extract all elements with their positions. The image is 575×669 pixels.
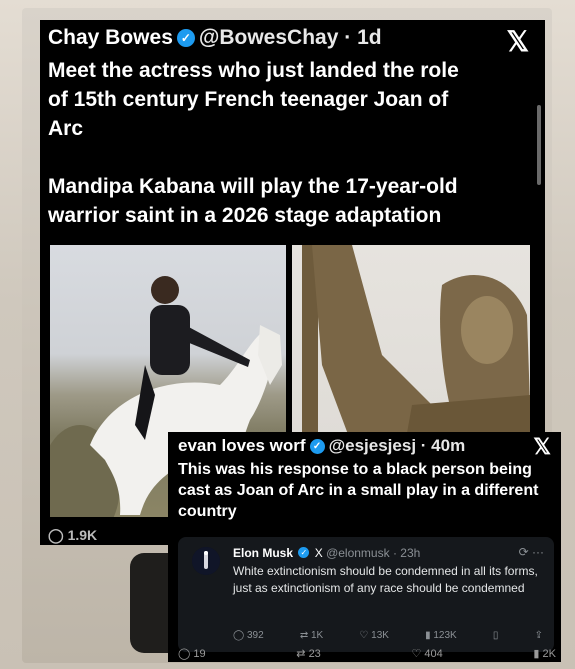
like-count: 13K	[371, 630, 389, 641]
dot-separator: ·	[416, 436, 432, 455]
x-logo-icon: 𝕏	[506, 26, 529, 57]
embedded-author[interactable]: Elon Musk	[233, 546, 293, 560]
verified-icon: ✓	[176, 29, 195, 47]
phone-edge	[130, 553, 170, 653]
tweet-text: Meet the actress who just landed the rol…	[48, 56, 528, 230]
reply-count-value: 1.9K	[67, 527, 98, 543]
reply-count[interactable]: ◯ 1.9K	[48, 527, 97, 544]
dot-separator: ·	[338, 26, 358, 49]
reply-count: 19	[193, 648, 206, 660]
bookmark-icon[interactable]: ▯	[493, 630, 499, 641]
reply-count: 392	[246, 630, 264, 641]
embedded-time: 23h	[400, 546, 421, 560]
embedded-text: White extinctionism should be condemned …	[233, 564, 538, 595]
tweet-header: Chay Bowes ✓ @BowesChay · 1d	[48, 26, 382, 50]
reply-button[interactable]: ◯ 392	[233, 630, 264, 641]
rocket-icon	[192, 547, 220, 575]
tweet-text: This was his response to a black person …	[178, 461, 539, 520]
avatar[interactable]	[192, 547, 220, 575]
tweet-line: of 15th century French teenager Joan of	[48, 88, 449, 111]
embedded-handle[interactable]: @elonmusk	[326, 546, 390, 560]
tweet-card-quote: evan loves worf ✓ @esjesjesj · 40m 𝕏 This …	[168, 432, 561, 662]
scrollbar[interactable]	[537, 105, 541, 185]
author-handle[interactable]: @esjesjesj	[329, 436, 416, 455]
like-button[interactable]: ♡ 404	[411, 647, 442, 660]
like-button[interactable]: ♡ 13K	[359, 630, 389, 641]
dot-separator: ·	[389, 546, 401, 560]
like-count: 404	[424, 648, 443, 660]
views-count: 123K	[433, 630, 457, 641]
more-options-icon[interactable]: ⟳ ···	[519, 545, 544, 559]
action-bar: ◯ 392 ⇄ 1K ♡ 13K ▮ 123K ▯ ⇪	[233, 630, 543, 641]
tweet-line: warrior saint in a 2026 stage adaptation	[48, 204, 442, 227]
views-button[interactable]: ▮ 123K	[425, 630, 457, 641]
embedded-header: Elon Musk ✓ X @elonmusk · 23h	[233, 546, 420, 560]
bottom-action-bar: ◯ 19 ⇄ 23 ♡ 404 ▮ 2K	[178, 647, 556, 660]
reply-button[interactable]: ◯ 19	[178, 647, 206, 660]
tweet-time: 1d	[357, 26, 382, 49]
x-logo-icon: 𝕏	[533, 434, 551, 459]
embedded-tweet[interactable]: Elon Musk ✓ X @elonmusk · 23h ⟳ ··· Whit…	[178, 537, 554, 652]
tweet-header: evan loves worf ✓ @esjesjesj · 40m	[178, 436, 465, 456]
share-icon[interactable]: ⇪	[535, 630, 543, 641]
platform-icon: X	[314, 546, 323, 560]
tweet-line: Mandipa Kabana will play the 17-year-old	[48, 175, 458, 198]
author-handle[interactable]: @BowesChay	[199, 26, 339, 49]
repost-button[interactable]: ⇄ 23	[296, 647, 321, 660]
verified-icon: ✓	[309, 439, 325, 454]
verified-icon: ✓	[298, 547, 310, 558]
repost-count: 1K	[311, 630, 324, 641]
repost-count: 23	[308, 648, 321, 660]
tweet-line: Meet the actress who just landed the rol…	[48, 59, 459, 82]
tweet-time: 40m	[431, 436, 466, 455]
author-name[interactable]: Chay Bowes	[48, 26, 173, 49]
views-count: 2K	[542, 648, 556, 660]
author-name[interactable]: evan loves worf	[178, 436, 306, 455]
repost-button[interactable]: ⇄ 1K	[300, 630, 323, 641]
tweet-line: Arc	[48, 117, 84, 140]
views-button[interactable]: ▮ 2K	[533, 647, 556, 660]
